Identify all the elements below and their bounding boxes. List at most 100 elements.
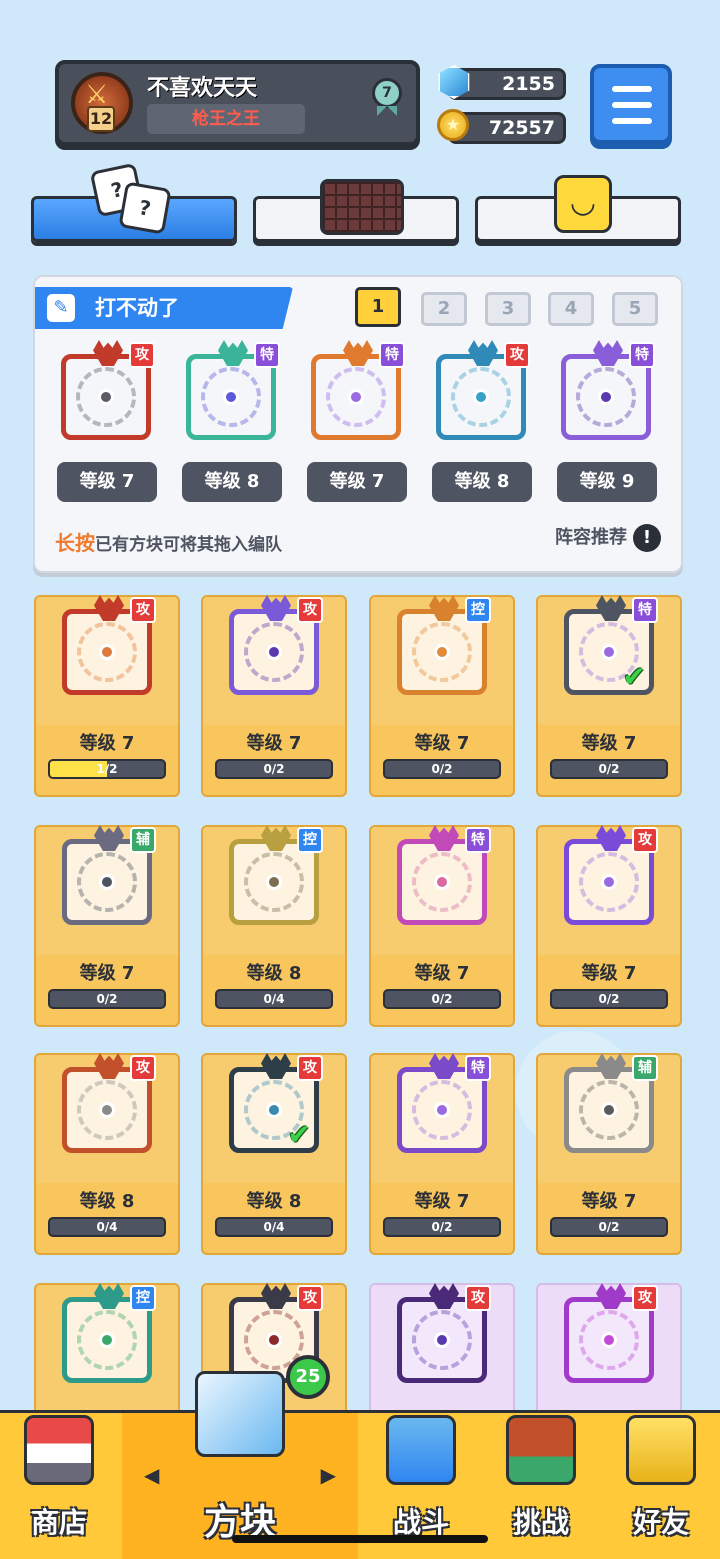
collection-card[interactable]: 特 等级 7 0/2 — [369, 825, 515, 1027]
deck-slot-5[interactable]: 5 — [612, 292, 658, 326]
nav-next-arrow-icon[interactable]: ▶ — [321, 1463, 336, 1487]
deck-card[interactable]: 特 — [180, 340, 282, 444]
collection-card[interactable]: 控 等级 7 0/2 — [369, 595, 515, 797]
coin-amount: 72557 — [488, 117, 555, 139]
home-indicator[interactable] — [232, 1535, 488, 1543]
progress-text: 0/4 — [96, 1220, 118, 1234]
ribbon-icon — [377, 106, 397, 116]
collection-card[interactable]: 攻 等级 7 0/2 — [201, 595, 347, 797]
block-tile[interactable]: 攻 ✔ — [223, 1053, 325, 1157]
type-tag: 攻 — [130, 1055, 156, 1081]
card-progress-bar: 0/4 — [215, 1217, 333, 1237]
deck-slot-2[interactable]: 2 — [421, 292, 467, 326]
block-tile[interactable]: 攻 — [223, 595, 325, 699]
coin-counter[interactable]: ★ 72557 — [437, 109, 566, 144]
checkmark-icon: ✔ — [622, 660, 646, 693]
board-grid-icon — [320, 179, 404, 235]
deck-slot-1[interactable]: 1 — [355, 287, 401, 327]
block-tile[interactable]: 特 — [391, 825, 493, 929]
block-tile[interactable]: 辅 — [558, 1053, 660, 1157]
progress-text: 0/4 — [263, 992, 285, 1006]
nav-shop[interactable]: 商店 — [0, 1413, 118, 1559]
block-pip-icon — [99, 1102, 115, 1118]
nav-prev-arrow-icon[interactable]: ◀ — [144, 1463, 159, 1487]
nav-friends[interactable]: 好友 — [602, 1413, 720, 1559]
deck-card[interactable]: 攻 — [55, 340, 157, 444]
collection-card[interactable]: 控 等级 8 0/4 — [201, 825, 347, 1027]
player-profile[interactable]: ⚔ 12 不喜欢天天 枪王之王 7 — [55, 60, 420, 146]
block-pip-icon — [98, 389, 114, 405]
block-tile[interactable]: 控 — [391, 595, 493, 699]
deck-slot-4[interactable]: 4 — [548, 292, 594, 326]
deck-card[interactable]: 特 — [555, 340, 657, 444]
collection-card[interactable]: 攻 等级 7 1/2 — [34, 595, 180, 797]
recommend-lineup-button[interactable]: 阵容推荐! — [555, 523, 661, 552]
type-tag: 特 — [379, 342, 405, 368]
collection-card[interactable]: 攻 等级 7 0/2 — [536, 825, 682, 1027]
type-tag: 特 — [629, 342, 655, 368]
card-level: 等级 8 — [246, 1191, 302, 1212]
block-tile[interactable]: 控 — [56, 1283, 158, 1387]
block-pip-icon — [266, 1102, 282, 1118]
block-pip-icon — [601, 1102, 617, 1118]
collection-card[interactable]: 辅 等级 7 0/2 — [536, 1053, 682, 1255]
block-tile[interactable]: 辅 — [56, 825, 158, 929]
block-tile[interactable]: 攻 — [558, 1283, 660, 1387]
card-progress-bar: 0/2 — [383, 1217, 501, 1237]
block-pip-icon — [266, 874, 282, 890]
block-pip-icon — [601, 874, 617, 890]
type-tag: 辅 — [130, 827, 156, 853]
tab-board[interactable] — [253, 179, 459, 242]
type-tag: 特 — [465, 827, 491, 853]
card-progress-bar: 0/4 — [48, 1217, 166, 1237]
rank-badge[interactable]: 7 — [372, 78, 402, 124]
type-tag: 辅 — [632, 1055, 658, 1081]
card-level: 等级 8 — [79, 1191, 135, 1212]
block-tile[interactable]: 特 — [305, 340, 407, 444]
block-tile[interactable]: 特 — [180, 340, 282, 444]
block-tile[interactable]: 攻 — [56, 595, 158, 699]
block-tile[interactable]: 攻 — [56, 1053, 158, 1157]
nav-challenge[interactable]: 挑战 — [482, 1413, 600, 1559]
block-tile[interactable]: 特 — [391, 1053, 493, 1157]
deck-card[interactable]: 攻 — [430, 340, 532, 444]
card-level: 等级 7 — [581, 963, 637, 984]
card-level: 等级 7 — [79, 733, 135, 754]
block-pip-icon — [434, 874, 450, 890]
progress-text: 0/2 — [263, 762, 285, 776]
block-tile[interactable]: 攻 — [391, 1283, 493, 1387]
deck-card[interactable]: 特 — [305, 340, 407, 444]
type-tag: 特 — [632, 597, 658, 623]
rank-medal-icon: 7 — [372, 78, 402, 108]
progress-text: 0/2 — [431, 992, 453, 1006]
mystery-block-icon — [195, 1371, 285, 1457]
collection-card[interactable]: 攻 ✔ 等级 8 0/4 — [201, 1053, 347, 1255]
nav-shop-label: 商店 — [30, 1506, 87, 1539]
block-tile[interactable]: 控 — [223, 825, 325, 929]
progress-text: 0/2 — [431, 1220, 453, 1234]
collection-card[interactable]: 攻 等级 8 0/4 — [34, 1053, 180, 1255]
collection-card[interactable]: 特 ✔ 等级 7 0/2 — [536, 595, 682, 797]
collection-card[interactable]: 辅 等级 7 0/2 — [34, 825, 180, 1027]
type-tag: 攻 — [297, 597, 323, 623]
block-tile[interactable]: 特 ✔ — [558, 595, 660, 699]
type-tag: 特 — [465, 1055, 491, 1081]
tab-emote[interactable]: ◡ — [475, 175, 681, 242]
collection-card[interactable]: 特 等级 7 0/2 — [369, 1053, 515, 1255]
player-level-badge: 12 — [87, 106, 115, 132]
block-tile[interactable]: 攻 — [430, 340, 532, 444]
deck-slot-3[interactable]: 3 — [485, 292, 531, 326]
card-progress-bar: 0/2 — [550, 1217, 668, 1237]
deck-name-button[interactable]: ✎ 打不动了 — [35, 287, 293, 329]
block-tile[interactable]: 攻 — [55, 340, 157, 444]
tab-dice[interactable]: ? ? — [31, 162, 237, 242]
block-tile[interactable]: 特 — [555, 340, 657, 444]
type-tag: 控 — [297, 827, 323, 853]
menu-button[interactable] — [590, 64, 672, 144]
card-progress-bar: 0/2 — [550, 989, 668, 1009]
type-tag: 特 — [254, 342, 280, 368]
player-avatar[interactable]: ⚔ 12 — [71, 72, 133, 134]
block-tile[interactable]: 攻 — [558, 825, 660, 929]
recommend-label: 阵容推荐 — [555, 527, 627, 548]
gem-counter[interactable]: 2155 — [438, 65, 566, 100]
